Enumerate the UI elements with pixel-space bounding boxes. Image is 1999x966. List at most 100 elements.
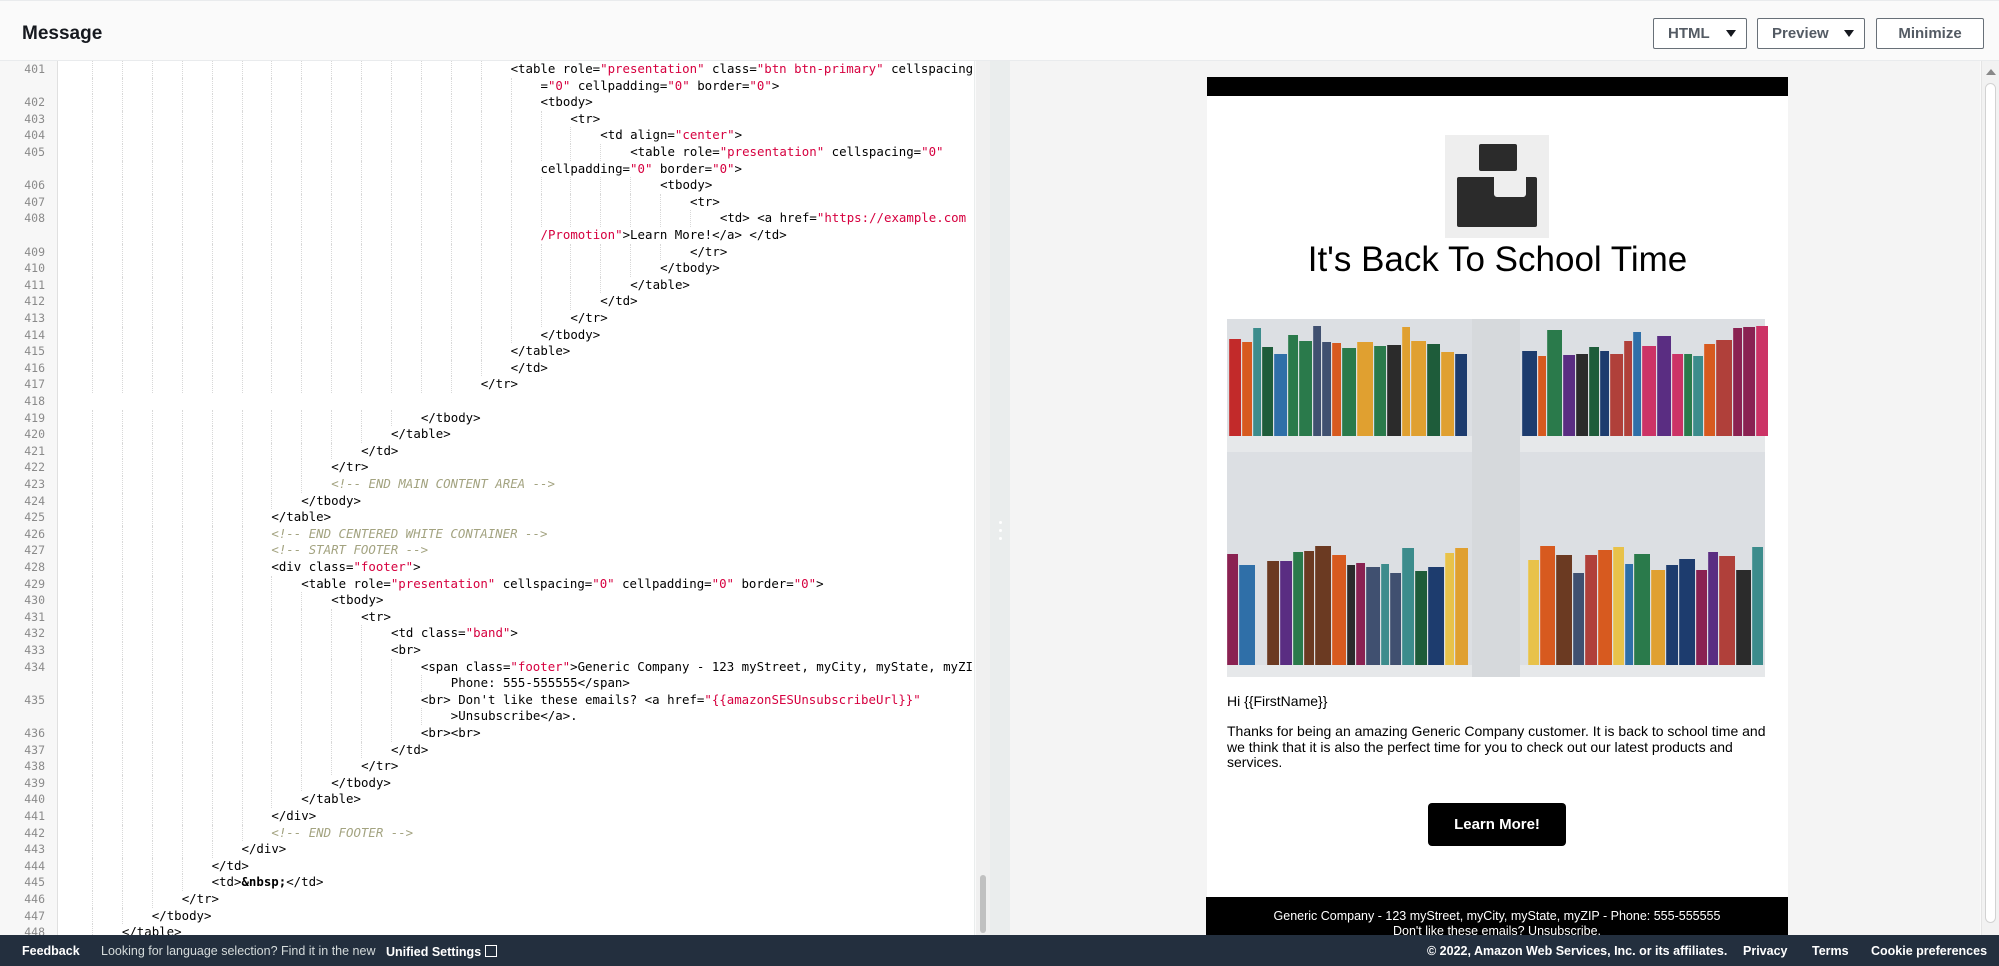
code-line[interactable]: 404 <td align="center"> (0, 127, 974, 144)
code-line[interactable]: 422 </tr> (0, 459, 974, 476)
code-line[interactable]: 409 </tr> (0, 244, 974, 261)
line-number: 415 (24, 344, 45, 359)
minimize-button[interactable]: Minimize (1876, 18, 1984, 49)
code-line[interactable]: 431 <tr> (0, 609, 974, 626)
code-line[interactable]: 405 <table role="presentation" cellspacin… (0, 144, 974, 161)
line-number: 404 (24, 128, 45, 143)
html-code-editor[interactable]: 401 <table role="presentation" class="btn… (0, 61, 975, 935)
code-text: </table> (121, 924, 182, 935)
code-line[interactable]: 435 <br> Don't like these emails? <a href… (0, 692, 974, 709)
code-line[interactable]: 411 </table> (0, 277, 974, 294)
line-number: 442 (24, 825, 45, 840)
feedback-link[interactable]: Feedback (22, 944, 80, 958)
caret-down-icon (1726, 30, 1736, 37)
code-line[interactable]: >Unsubscribe</a>. (0, 708, 974, 725)
code-line[interactable]: 401 <table role="presentation" class="btn… (0, 61, 974, 78)
code-text: Phone: 555-555555</span> (450, 675, 630, 691)
drag-handle-icon[interactable] (997, 521, 1003, 547)
code-line[interactable]: 429 <table role="presentation" cellspacin… (0, 576, 974, 593)
code-line[interactable]: 417 </tr> (0, 376, 974, 393)
code-line[interactable]: 418 (0, 393, 974, 410)
code-line[interactable]: 408 <td> <a href="https://example.com (0, 210, 974, 227)
code-line[interactable]: 440 </table> (0, 791, 974, 808)
code-line[interactable]: 444 </td> (0, 857, 974, 875)
code-line[interactable]: 436 <br><br> (0, 725, 974, 742)
code-line[interactable]: 443 </div> (0, 841, 974, 858)
code-text: <tbody> (331, 592, 384, 608)
unified-settings-link[interactable]: Unified Settings (386, 944, 498, 959)
bookshelf-hero-image (1227, 319, 1768, 677)
preview-scrollbar-thumb[interactable] (1985, 83, 1996, 923)
code-line[interactable]: 421 </td> (0, 443, 974, 460)
code-text: </table> (510, 343, 571, 359)
code-line[interactable]: 410 </tbody> (0, 260, 974, 277)
learn-more-button[interactable]: Learn More! (1428, 803, 1566, 846)
code-text: ="0" cellpadding="0" border="0"> (540, 77, 780, 93)
code-line[interactable]: 445 <td>&nbsp;</td> (0, 874, 974, 891)
code-line[interactable]: 415 </table> (0, 343, 974, 360)
split-pane-divider[interactable] (990, 61, 1010, 935)
code-line[interactable]: 402 <tbody> (0, 94, 974, 111)
code-line[interactable]: 448 </table> (0, 924, 974, 935)
code-line[interactable]: 434 <span class="footer">Generic Company … (0, 659, 974, 676)
code-text: </table> (271, 509, 332, 525)
code-line[interactable]: 447 </tbody> (0, 908, 974, 925)
line-number: 432 (24, 626, 45, 641)
scroll-up-arrow-icon[interactable] (1986, 69, 1996, 75)
terms-link[interactable]: Terms (1812, 944, 1849, 958)
code-line[interactable]: 425 </table> (0, 509, 974, 526)
editor-scrollbar-thumb[interactable] (980, 875, 986, 933)
code-line[interactable]: 419 </tbody> (0, 409, 974, 427)
code-line[interactable]: 416 </td> (0, 360, 974, 377)
line-number: 440 (24, 792, 45, 807)
code-line[interactable]: 423 <!-- END MAIN CONTENT AREA --> (0, 476, 974, 493)
code-line[interactable]: cellpadding="0" border="0"> (0, 160, 974, 178)
code-text: </tbody> (660, 260, 720, 276)
view-select-value: Preview (1772, 25, 1829, 42)
language-message: Looking for language selection? Find it … (101, 944, 376, 958)
line-number: 416 (24, 360, 45, 375)
code-line[interactable]: 420 </table> (0, 426, 974, 443)
code-line[interactable]: 428 <div class="footer"> (0, 559, 974, 576)
code-line[interactable]: 427 <!-- START FOOTER --> (0, 542, 974, 559)
code-line[interactable]: 430 <tbody> (0, 592, 974, 609)
preview-scrollbar[interactable] (1981, 61, 1999, 935)
format-select[interactable]: HTML (1653, 18, 1747, 49)
code-line[interactable]: 439 </tbody> (0, 775, 974, 792)
message-header: Message HTML Preview Minimize (0, 0, 1999, 61)
view-select[interactable]: Preview (1757, 18, 1865, 49)
code-text: <td> <a href="https://example.com (719, 210, 967, 226)
code-line[interactable]: 442 <!-- END FOOTER --> (0, 825, 974, 842)
code-line[interactable]: 432 <td class="band"> (0, 625, 974, 642)
code-text: </tr> (570, 310, 608, 325)
code-line[interactable]: 433 <br> (0, 642, 974, 659)
code-line[interactable]: 424 </tbody> (0, 493, 974, 510)
code-text: cellpadding="0" border="0"> (540, 160, 742, 176)
email-footer: Generic Company - 123 myStreet, myCity, … (1206, 897, 1788, 935)
code-line[interactable]: Phone: 555-555555</span> (0, 675, 974, 692)
code-line[interactable]: 438 </tr> (0, 758, 974, 775)
code-text: <div class="footer"> (271, 559, 421, 574)
code-text: <tbody> (540, 94, 593, 110)
footer-unsubscribe-line[interactable]: Don't like these emails? Unsubscribe. (1206, 924, 1788, 935)
code-text: </td> (211, 857, 249, 873)
unified-settings-label[interactable]: Unified Settings (386, 945, 481, 959)
code-line[interactable]: 446 </tr> (0, 891, 974, 908)
code-line[interactable]: 403 <tr> (0, 110, 974, 128)
code-line[interactable]: 437 </td> (0, 741, 974, 759)
code-line[interactable]: ="0" cellpadding="0" border="0"> (0, 77, 974, 95)
code-line[interactable]: 414 </tbody> (0, 327, 974, 344)
cookie-preferences-link[interactable]: Cookie preferences (1871, 944, 1987, 958)
code-line[interactable]: 406 <tbody> (0, 177, 974, 194)
code-text: </tbody> (420, 409, 481, 425)
code-line[interactable]: /Promotion">Learn More!</a> </td> (0, 227, 974, 244)
code-line[interactable]: 426 <!-- END CENTERED WHITE CONTAINER --> (0, 526, 974, 543)
code-text: </td> (391, 741, 429, 757)
code-line[interactable]: 412 </td> (0, 293, 974, 310)
code-line[interactable]: 407 <tr> (0, 194, 974, 211)
code-line[interactable]: 413 </tr> (0, 310, 974, 327)
privacy-link[interactable]: Privacy (1743, 944, 1787, 958)
code-text: <tr> (570, 110, 601, 126)
editor-scrollbar[interactable] (976, 61, 990, 935)
code-line[interactable]: 441 </div> (0, 808, 974, 825)
